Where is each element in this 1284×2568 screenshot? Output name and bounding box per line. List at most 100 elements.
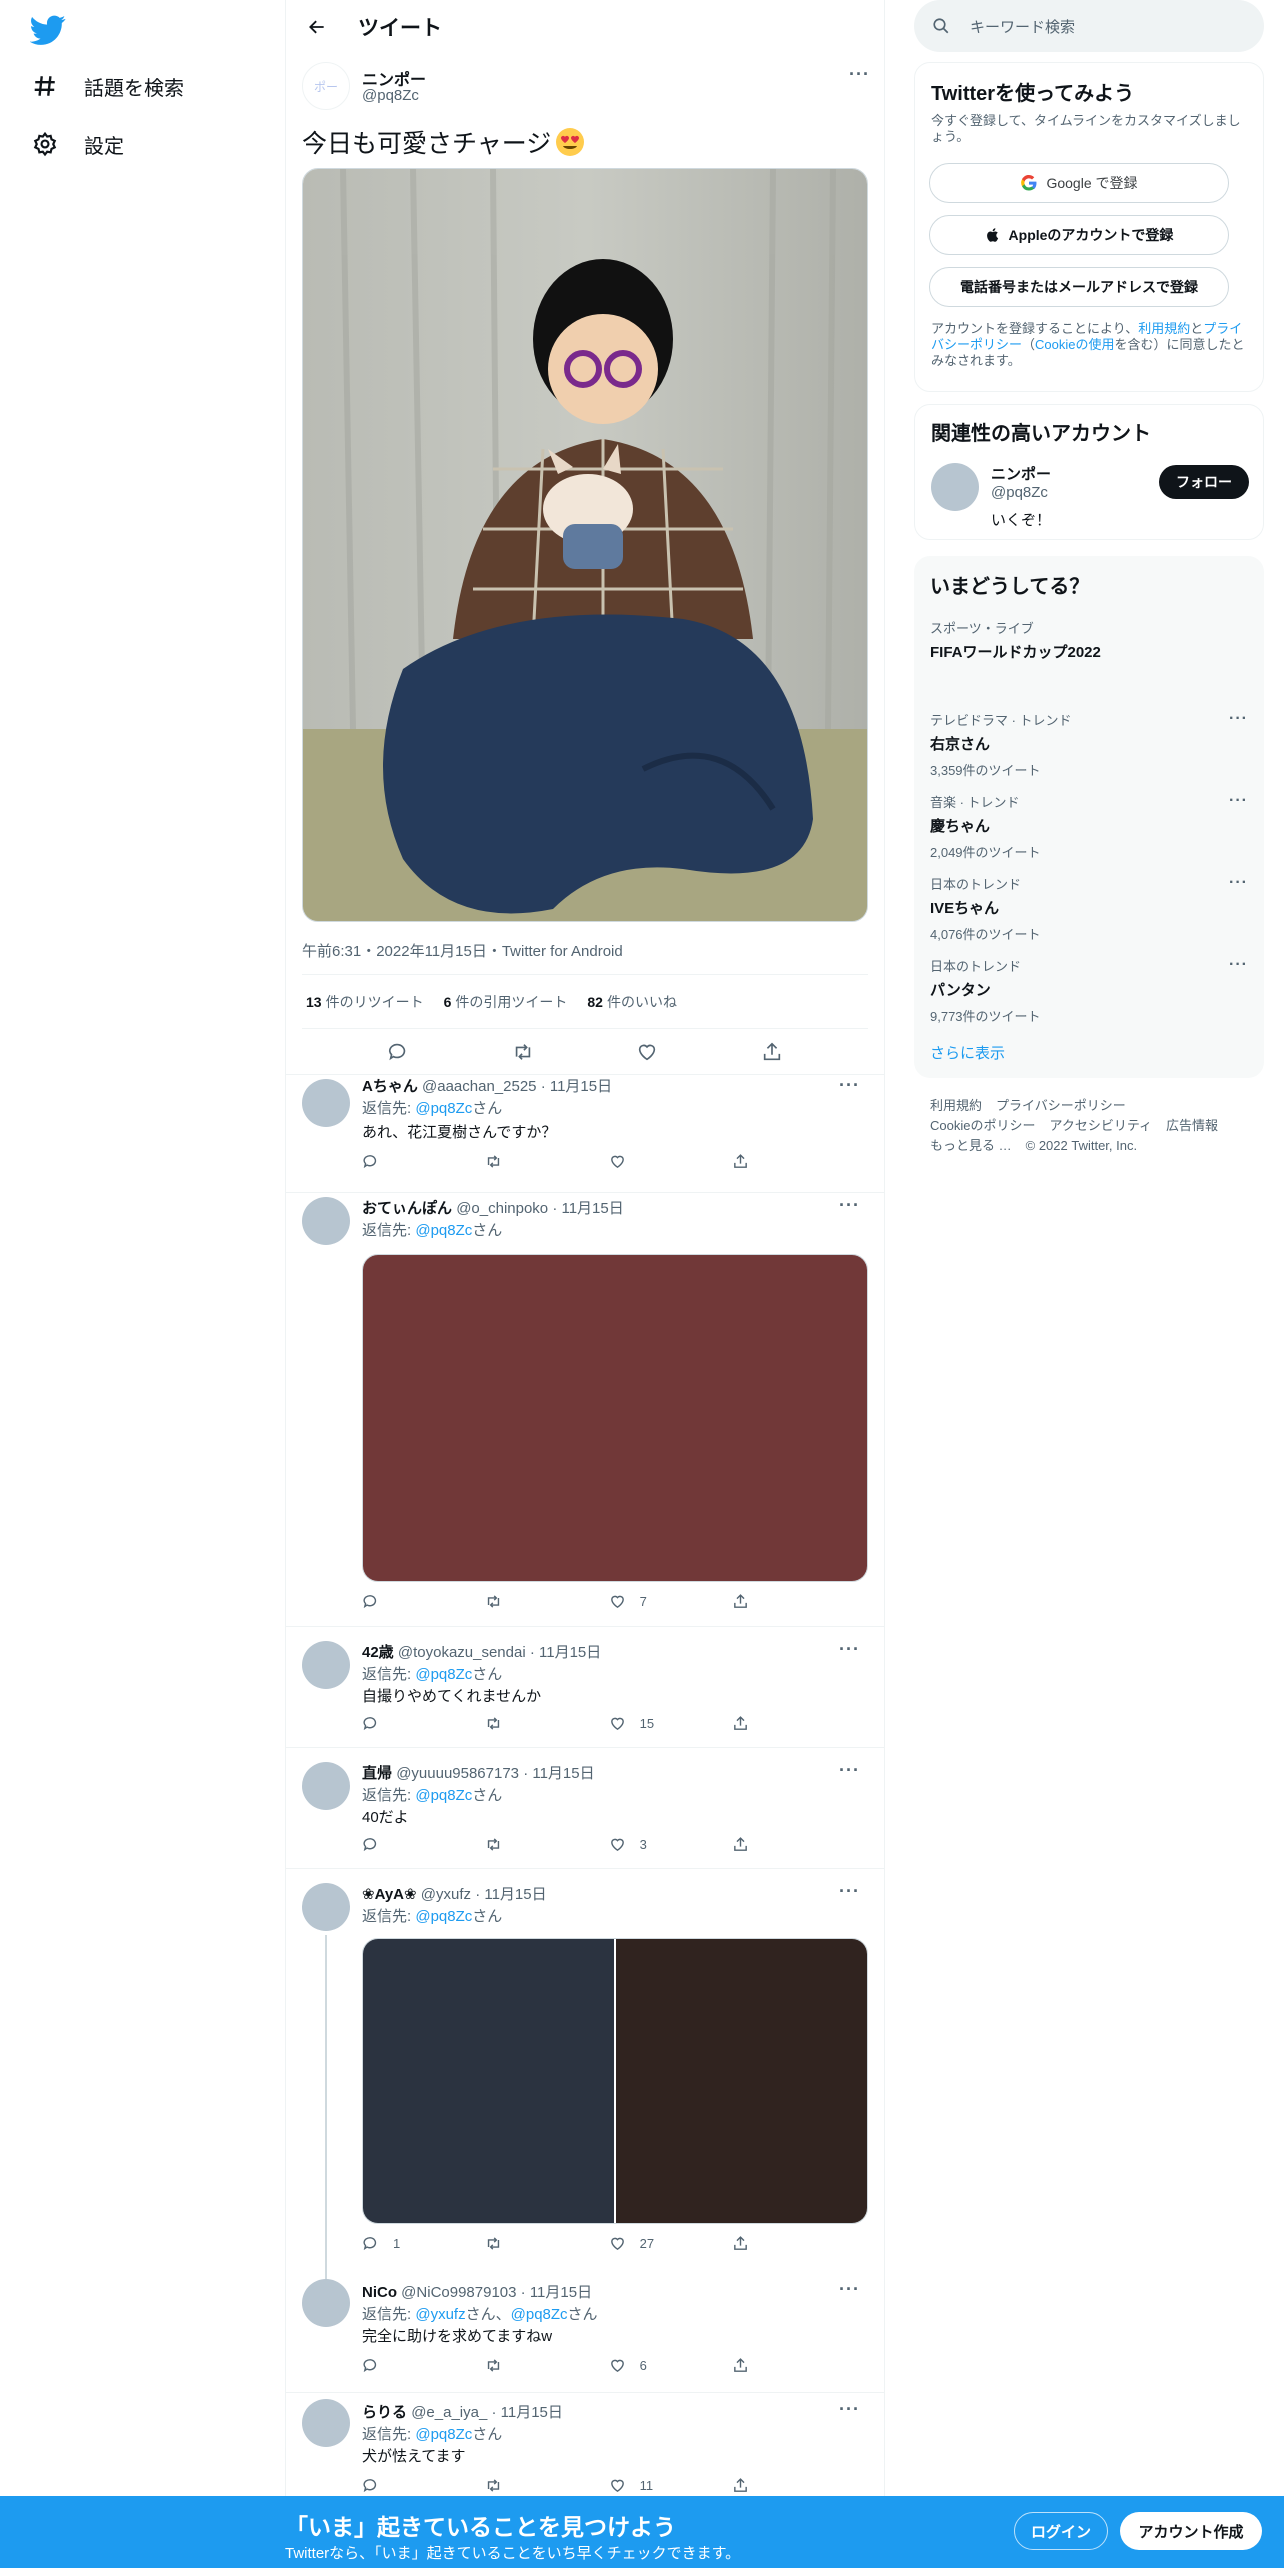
share-button[interactable]: [732, 1836, 792, 1853]
retweet-button[interactable]: [485, 2477, 545, 2494]
reply-item[interactable]: 直帰 @yuuuu95867173 · 11月15日 ··· 返信先: @pq8…: [286, 1748, 884, 1869]
reply-handle[interactable]: @o_chinpoko: [456, 1200, 548, 1217]
back-button[interactable]: [300, 10, 334, 44]
footer-link-accessibility[interactable]: アクセシビリティ: [1049, 1118, 1152, 1133]
reply-item[interactable]: おてぃんぽん @o_chinpoko · 11月15日 ··· 返信先: @pq…: [286, 1193, 884, 1627]
like-button[interactable]: 15: [609, 1715, 669, 1732]
retweet-button[interactable]: [485, 1715, 545, 1732]
reply-author-name[interactable]: ❀AyA❀: [362, 1886, 417, 1903]
related-handle[interactable]: @pq8Zc: [991, 484, 1048, 501]
reply-to-link[interactable]: @pq8Zc: [415, 1666, 472, 1683]
reply-button[interactable]: [362, 1593, 422, 1610]
phone-email-signup-button[interactable]: 電話番号またはメールアドレスで登録: [929, 267, 1229, 307]
reply-item[interactable]: Aちゃん @aaachan_2525 · 11月15日 ··· 返信先: @pq…: [286, 1075, 884, 1193]
reply-handle[interactable]: @e_a_iya_: [411, 2404, 487, 2421]
share-button[interactable]: [732, 2235, 792, 2252]
more-icon[interactable]: ···: [1229, 792, 1248, 810]
apple-signup-button[interactable]: Appleのアカウントで登録: [929, 215, 1229, 255]
reply-author-name[interactable]: NiCo: [362, 2284, 397, 2301]
reply-to-link[interactable]: @pq8Zc: [415, 1908, 472, 1925]
reply-date[interactable]: · 11月15日: [475, 1886, 546, 1903]
reply-to-link[interactable]: @pq8Zc: [511, 2306, 568, 2323]
nav-settings[interactable]: 設定: [32, 124, 124, 164]
trend-item[interactable]: 日本のトレンド IVEちゃん 4,076件のツイート ···: [930, 874, 1248, 943]
reply-media[interactable]: [362, 1254, 868, 1582]
share-icon[interactable]: [761, 1041, 783, 1063]
trend-item[interactable]: 音楽 · トレンド 慶ちゃん 2,049件のツイート ···: [930, 792, 1248, 861]
reply-to-link[interactable]: @pq8Zc: [415, 1222, 472, 1239]
reply-date[interactable]: · 11月15日: [541, 1078, 612, 1095]
like-button[interactable]: 7: [609, 1593, 669, 1610]
google-signup-button[interactable]: Google で登録: [929, 163, 1229, 203]
avatar[interactable]: [302, 1079, 350, 1127]
twitter-logo-icon[interactable]: [30, 12, 66, 48]
reply-to-link[interactable]: @pq8Zc: [415, 2426, 472, 2443]
reply-item[interactable]: ❀AyA❀ @yxufz · 11月15日 ··· 返信先: @pq8Zcさん …: [286, 1869, 884, 2279]
more-icon[interactable]: ···: [839, 1639, 860, 1660]
follow-button[interactable]: フォロー: [1159, 465, 1249, 499]
more-icon[interactable]: ···: [1229, 956, 1248, 974]
reply-button[interactable]: [362, 2477, 422, 2494]
retweet-button[interactable]: [485, 1593, 545, 1610]
reply-date[interactable]: · 11月15日: [530, 1644, 601, 1661]
show-more-link[interactable]: さらに表示: [930, 1042, 1005, 1063]
more-icon[interactable]: ···: [1229, 710, 1248, 728]
like-button[interactable]: [609, 1153, 669, 1170]
avatar[interactable]: [302, 1197, 350, 1245]
footer-link-privacy[interactable]: プライバシーポリシー: [996, 1098, 1126, 1113]
more-icon[interactable]: ···: [839, 1195, 860, 1216]
tweet-author-avatar[interactable]: ポー: [302, 62, 350, 110]
share-button[interactable]: [732, 1593, 792, 1610]
like-button[interactable]: 27: [609, 2235, 669, 2252]
like-icon[interactable]: [636, 1041, 658, 1063]
avatar[interactable]: [302, 2399, 350, 2447]
footer-link-more[interactable]: もっと見る …: [930, 1138, 1012, 1153]
reply-handle[interactable]: @yuuuu95867173: [396, 1765, 519, 1782]
reply-button[interactable]: [362, 1836, 422, 1853]
retweet-button[interactable]: [485, 1153, 545, 1170]
more-icon[interactable]: ···: [849, 64, 870, 85]
retweet-button[interactable]: [485, 1836, 545, 1853]
retweet-icon[interactable]: [512, 1041, 534, 1063]
trend-item[interactable]: スポーツ・ライブ FIFAワールドカップ2022: [930, 618, 1248, 662]
reply-item[interactable]: らりる @e_a_iya_ · 11月15日 ··· 返信先: @pq8Zcさん…: [286, 2393, 884, 2496]
reply-button[interactable]: [362, 2357, 422, 2374]
avatar[interactable]: [302, 2279, 350, 2327]
tweet-photo[interactable]: [302, 168, 868, 922]
search-input[interactable]: キーワード検索: [914, 0, 1264, 52]
more-icon[interactable]: ···: [839, 1881, 860, 1902]
share-button[interactable]: [732, 2357, 792, 2374]
reply-button[interactable]: [362, 1153, 422, 1170]
reply-to-link[interactable]: @yxufz: [415, 2306, 465, 2323]
login-button[interactable]: ログイン: [1014, 2512, 1108, 2550]
retweet-count[interactable]: 13 件のリツイート: [306, 992, 424, 1012]
reply-author-name[interactable]: おてぃんぽん: [362, 1200, 452, 1217]
signup-button[interactable]: アカウント作成: [1120, 2512, 1262, 2550]
retweet-button[interactable]: [485, 2235, 545, 2252]
reply-button[interactable]: [362, 1715, 422, 1732]
share-button[interactable]: [732, 2477, 792, 2494]
footer-link-ads[interactable]: 広告情報: [1166, 1118, 1218, 1133]
more-icon[interactable]: ···: [1229, 874, 1248, 892]
retweet-button[interactable]: [485, 2357, 545, 2374]
like-count[interactable]: 82 件のいいね: [587, 992, 677, 1012]
related-name[interactable]: ニンポー: [991, 463, 1051, 484]
avatar[interactable]: [931, 463, 979, 511]
quote-count[interactable]: 6 件の引用ツイート: [444, 992, 568, 1012]
more-icon[interactable]: ···: [839, 2399, 860, 2420]
footer-link-terms[interactable]: 利用規約: [930, 1098, 982, 1113]
tweet-author-handle[interactable]: @pq8Zc: [362, 87, 419, 104]
reply-item[interactable]: NiCo @NiCo99879103 · 11月15日 ··· 返信先: @yx…: [286, 2273, 884, 2393]
share-button[interactable]: [732, 1153, 792, 1170]
reply-author-name[interactable]: 42歳: [362, 1644, 394, 1661]
like-button[interactable]: 11: [609, 2477, 669, 2494]
like-button[interactable]: 3: [609, 1836, 669, 1853]
trend-item[interactable]: 日本のトレンド パンタン 9,773件のツイート ···: [930, 956, 1248, 1025]
share-button[interactable]: [732, 1715, 792, 1732]
reply-author-name[interactable]: 直帰: [362, 1765, 392, 1782]
reply-author-name[interactable]: らりる: [362, 2404, 407, 2421]
reply-date[interactable]: · 11月15日: [523, 1765, 594, 1782]
reply-item[interactable]: 42歳 @toyokazu_sendai · 11月15日 ··· 返信先: @…: [286, 1627, 884, 1748]
reply-to-link[interactable]: @pq8Zc: [415, 1787, 472, 1804]
reply-handle[interactable]: @aaachan_2525: [422, 1078, 537, 1095]
